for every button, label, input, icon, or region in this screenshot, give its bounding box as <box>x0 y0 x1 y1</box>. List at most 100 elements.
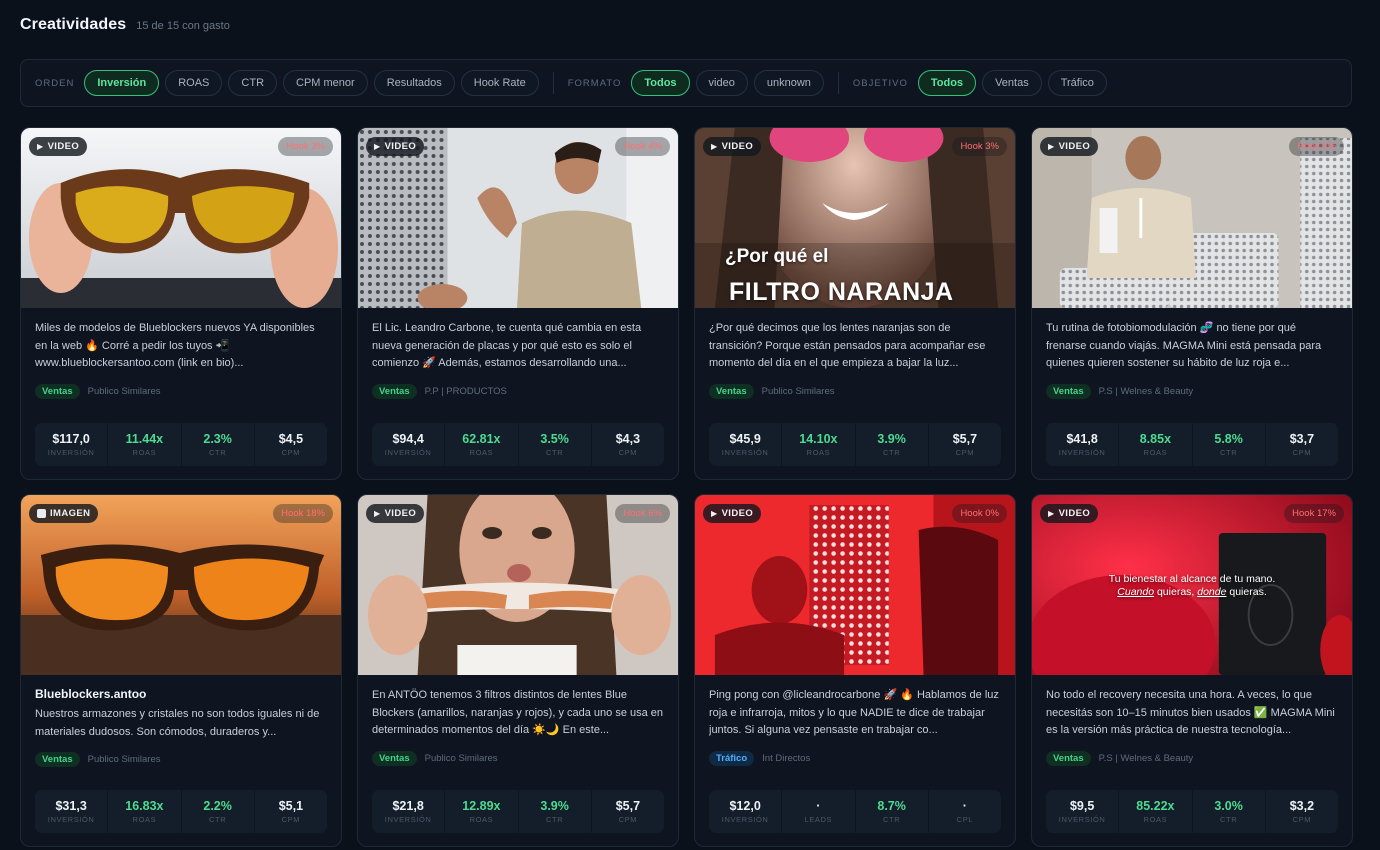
type-badge: ▶ VIDEO <box>1040 504 1099 523</box>
metric-label: CPM <box>618 448 638 457</box>
type-label: IMAGEN <box>50 508 91 519</box>
creative-card[interactable]: ¿Por qué el FILTRO NARANJA ▶ VIDEO Hook 3… <box>694 127 1016 480</box>
objective-tag: Ventas <box>35 751 80 767</box>
metric-ctr: 5.8% CTR <box>1191 423 1265 466</box>
audience-label: Publico Similares <box>424 752 498 764</box>
type-badge: ▶ VIDEO <box>703 137 762 156</box>
filter-bar: ORDEN Inversión ROAS CTR CPM menor Resul… <box>20 59 1352 107</box>
filter-divider <box>552 72 554 94</box>
card-description: Miles de modelos de Blueblockers nuevos … <box>35 322 315 369</box>
filter-chip-objetivo-ventas[interactable]: Ventas <box>982 70 1042 96</box>
card-body: Blueblockers.antoo Nuestros armazones y … <box>21 675 341 768</box>
creative-thumbnail[interactable]: ▶ VIDEO Hook 0% <box>695 495 1015 675</box>
metric-ctr: 2.3% CTR <box>180 423 254 466</box>
metric-inversion: $31,3 INVERSIÓN <box>35 790 107 833</box>
type-badge: ▶ VIDEO <box>366 137 425 156</box>
filter-chip-formato-video[interactable]: video <box>695 70 748 96</box>
filter-chip-formato-todos[interactable]: Todos <box>631 70 690 96</box>
creative-card[interactable]: ▶ VIDEO Hook 0% Ping pong con @licleandro… <box>694 494 1016 847</box>
filter-group-label-objetivo: OBJETIVO <box>852 77 908 89</box>
metric-label: CTR <box>209 815 227 824</box>
metric-label: ROAS <box>469 448 494 457</box>
creative-thumbnail[interactable]: ▶ VIDEO Hook 4% <box>358 128 678 308</box>
overlay-word-quieras: quieras. <box>1229 586 1267 598</box>
play-icon: ▶ <box>711 509 718 518</box>
filter-chip-orden-inversion[interactable]: Inversión <box>84 70 160 96</box>
creative-thumbnail[interactable]: ▶ VIDEO Hook 8% <box>1032 128 1352 308</box>
creative-thumbnail[interactable]: ▶ VIDEO Hook 3% <box>21 128 341 308</box>
metric-label: INVERSIÓN <box>1058 448 1106 457</box>
hook-badge: Hook 4% <box>615 137 670 156</box>
card-title: Blueblockers.antoo <box>35 687 147 701</box>
filter-chip-orden-hook-rate[interactable]: Hook Rate <box>460 70 539 96</box>
overlay-line-1: Tu bienestar al alcance de tu mano. <box>1108 573 1276 585</box>
card-tags: Ventas Publico Similares <box>709 382 1001 400</box>
creative-card[interactable]: ▶ VIDEO Hook 8% Tu rutina de fotobiomodul… <box>1031 127 1353 480</box>
metric-cpl: · CPL <box>927 790 1001 833</box>
card-description: Nuestros armazones y cristales no son to… <box>35 708 320 738</box>
metrics-row: $9,5 INVERSIÓN 85.22x ROAS 3.0% CTR $3,2 CPM <box>1046 790 1338 833</box>
play-icon: ▶ <box>374 142 381 151</box>
creative-thumbnail[interactable]: ¿Por qué el FILTRO NARANJA ▶ VIDEO Hook 3… <box>695 128 1015 308</box>
metric-value: 3.0% <box>1214 799 1243 813</box>
creative-thumbnail[interactable]: Tu bienestar al alcance de tu mano. Cuan… <box>1032 495 1352 675</box>
metric-value: $45,9 <box>729 432 761 446</box>
hook-badge: Hook 17% <box>1284 504 1344 523</box>
card-body: El Lic. Leandro Carbone, te cuenta qué c… <box>358 308 678 400</box>
filter-chip-formato-unknown[interactable]: unknown <box>753 70 824 96</box>
metric-label: INVERSIÓN <box>721 815 769 824</box>
metrics-row: $12,0 INVERSIÓN · LEADS 8.7% CTR · CPL <box>709 790 1001 833</box>
type-label: VIDEO <box>1058 508 1091 519</box>
metric-label: INVERSIÓN <box>47 815 95 824</box>
objective-tag: Ventas <box>372 383 417 399</box>
filter-chip-orden-ctr[interactable]: CTR <box>228 70 278 96</box>
creative-thumbnail[interactable]: ▶ VIDEO Hook 6% <box>358 495 678 675</box>
page-header: Creatividades 15 de 15 con gasto <box>20 16 230 34</box>
card-description: En ANTÖO tenemos 3 filtros distintos de … <box>372 689 664 736</box>
metric-label: CTR <box>1220 815 1238 824</box>
objective-tag: Ventas <box>35 383 80 399</box>
metric-value: 2.3% <box>203 432 232 446</box>
creative-card[interactable]: ▶ VIDEO Hook 3% Miles de modelos de Blueb… <box>20 127 342 480</box>
type-label: VIDEO <box>1058 141 1091 152</box>
metric-value: $94,4 <box>392 432 424 446</box>
metric-ctr: 3.9% CTR <box>517 790 591 833</box>
type-label: VIDEO <box>384 508 417 519</box>
overlay-word-quieras: quieras, <box>1156 586 1195 598</box>
creative-card[interactable]: IMAGEN Hook 18% Blueblockers.antoo Nuest… <box>20 494 342 847</box>
type-badge: ▶ VIDEO <box>1040 137 1099 156</box>
type-badge: ▶ VIDEO <box>703 504 762 523</box>
filter-chip-objetivo-todos[interactable]: Todos <box>917 70 977 96</box>
metric-value: 16.83x <box>125 799 164 813</box>
metric-leads: · LEADS <box>781 790 854 833</box>
objective-tag: Ventas <box>709 383 754 399</box>
metric-value: 12.89x <box>462 799 501 813</box>
creative-card[interactable]: ▶ VIDEO Hook 6% En ANTÖO tenemos 3 filtro… <box>357 494 679 847</box>
card-tags: Ventas Publico Similares <box>35 750 327 768</box>
metric-cpm: $4,3 CPM <box>590 423 664 466</box>
creative-card[interactable]: ▶ VIDEO Hook 4% El Lic. Leandro Carbone, … <box>357 127 679 480</box>
filter-chip-orden-cpm-menor[interactable]: CPM menor <box>283 70 368 96</box>
creative-thumbnail[interactable]: IMAGEN Hook 18% <box>21 495 341 675</box>
metric-value: $5,7 <box>615 799 641 813</box>
card-body: Ping pong con @licleandrocarbone 🚀 🔥 Hab… <box>695 675 1015 767</box>
metric-value: $9,5 <box>1069 799 1095 813</box>
metric-ctr: 3.0% CTR <box>1191 790 1265 833</box>
metric-cpm: $3,7 CPM <box>1264 423 1338 466</box>
metric-label: LEADS <box>804 815 833 824</box>
metric-label: CPM <box>955 448 975 457</box>
card-tags: Tráfico Int Directos <box>709 749 1001 767</box>
metric-label: CPM <box>281 815 301 824</box>
filter-chip-objetivo-trafico[interactable]: Tráfico <box>1047 70 1107 96</box>
card-tags: Ventas P.S | Welnes & Beauty <box>1046 749 1338 767</box>
metric-ctr: 3.9% CTR <box>854 423 928 466</box>
overlay-word-donde: donde <box>1197 586 1227 598</box>
metric-label: ROAS <box>1143 448 1168 457</box>
creative-card[interactable]: Tu bienestar al alcance de tu mano. Cuan… <box>1031 494 1353 847</box>
filter-chip-orden-resultados[interactable]: Resultados <box>373 70 455 96</box>
card-description: Ping pong con @licleandrocarbone 🚀 🔥 Hab… <box>709 689 999 736</box>
hook-badge: Hook 3% <box>952 137 1007 156</box>
metric-label: INVERSIÓN <box>384 815 432 824</box>
filter-chip-orden-roas[interactable]: ROAS <box>165 70 223 96</box>
objective-tag: Ventas <box>1046 383 1091 399</box>
